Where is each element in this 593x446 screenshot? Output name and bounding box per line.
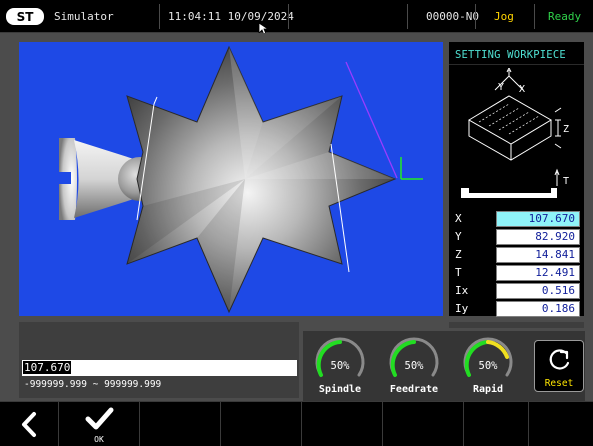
rapid-value: 50%	[478, 360, 498, 372]
divider	[407, 4, 408, 29]
softkey-6[interactable]	[383, 402, 464, 446]
axis-t-label: T	[563, 176, 569, 187]
value-row-t: T 12.491	[449, 264, 584, 282]
divider	[475, 4, 476, 29]
chevron-left-icon	[22, 412, 36, 437]
simulation-viewport[interactable]	[19, 42, 443, 316]
value-row-y: Y 82.920	[449, 228, 584, 246]
reset-button[interactable]: Reset	[534, 340, 584, 392]
workpiece-render	[59, 45, 423, 314]
value-label: Iy	[455, 302, 469, 315]
reset-label: Reset	[544, 378, 574, 389]
value-row-x: X 107.670	[449, 210, 584, 228]
divider	[534, 4, 535, 29]
checkmark-icon	[85, 407, 114, 430]
input-value: 107.670	[23, 361, 72, 374]
value-row-ix: Ix 0.516	[449, 282, 584, 300]
ok-label: OK	[94, 435, 104, 444]
softkey-7[interactable]	[464, 402, 529, 446]
spindle-gauge[interactable]: 50% Spindle	[310, 335, 370, 397]
divider	[449, 64, 584, 65]
mode-indicator: Jog	[494, 10, 514, 23]
x-value-field[interactable]: 107.670	[496, 211, 580, 227]
svg-text:ST: ST	[17, 10, 35, 24]
softkey-8[interactable]	[529, 402, 593, 446]
spindle-label: Spindle	[318, 384, 362, 395]
ix-value-field[interactable]: 0.516	[496, 283, 580, 299]
datetime: 11:04:11 10/09/2024	[168, 10, 294, 23]
softkey-4[interactable]	[221, 402, 302, 446]
feedrate-gauge[interactable]: 50% Feedrate	[384, 335, 444, 397]
top-bar: ST Simulator 11:04:11 10/09/2024 00000-N…	[0, 0, 593, 36]
spindle-value: 50%	[330, 360, 350, 372]
axis-x-label: X	[519, 84, 525, 95]
axis-y-label: Y	[498, 82, 504, 93]
value-label: Ix	[455, 284, 469, 297]
value-row-z: Z 14.841	[449, 246, 584, 264]
divider	[288, 4, 289, 29]
ok-button[interactable]: OK	[59, 402, 140, 446]
rapid-gauge[interactable]: 50% Rapid	[458, 335, 518, 397]
value-label: T	[455, 266, 462, 279]
mode-title: Simulator	[54, 10, 114, 23]
z-value-field[interactable]: 14.841	[496, 247, 580, 263]
reset-icon	[549, 349, 570, 370]
axis-z-label: Z	[563, 124, 569, 135]
workpiece-axes-diagram: Y X Z T	[461, 68, 569, 198]
value-label: Z	[455, 248, 462, 261]
value-input[interactable]: 107.670	[22, 360, 297, 376]
value-label: X	[455, 212, 462, 225]
softkey-5[interactable]	[302, 402, 383, 446]
rapid-label: Rapid	[472, 384, 504, 395]
value-label: Y	[455, 230, 462, 243]
status-indicator: Ready	[548, 10, 582, 23]
bottom-softkey-bar: OK	[0, 401, 593, 446]
program-number: 00000-N0	[426, 10, 479, 23]
back-button[interactable]	[0, 402, 59, 446]
panel-title: SETTING WORKPIECE	[455, 49, 566, 61]
value-row-iy: Iy 0.186	[449, 300, 584, 318]
panel-divider	[449, 322, 584, 328]
softkey-3[interactable]	[140, 402, 221, 446]
feedrate-value: 50%	[404, 360, 424, 372]
input-range: -999999.999 ~ 999999.999	[22, 378, 297, 391]
divider	[159, 4, 160, 29]
iy-value-field[interactable]: 0.186	[496, 301, 580, 317]
setting-workpiece-panel: SETTING WORKPIECE Y X Z T X 107.670 Y 82…	[449, 42, 584, 318]
st-logo: ST	[6, 8, 44, 25]
t-value-field[interactable]: 12.491	[496, 265, 580, 281]
feedrate-label: Feedrate	[389, 384, 439, 395]
y-value-field[interactable]: 82.920	[496, 229, 580, 245]
